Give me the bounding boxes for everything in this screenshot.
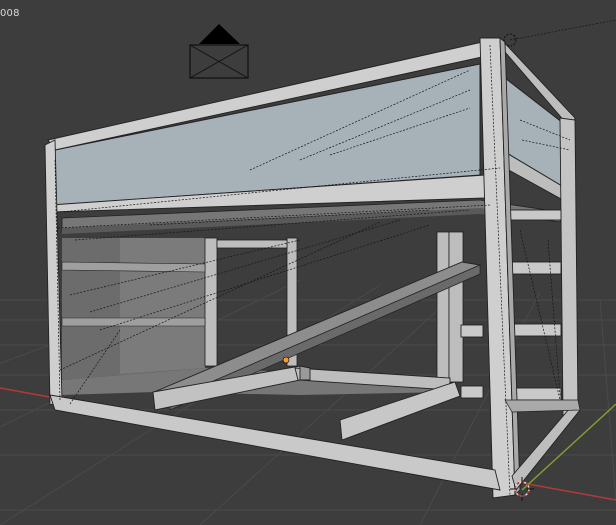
camera-icon[interactable]	[189, 24, 249, 79]
3d-viewport[interactable]: 008	[0, 0, 616, 525]
bottom-back-rail	[504, 399, 581, 413]
right-back-posts	[559, 117, 579, 419]
top-marker-icon	[503, 19, 616, 47]
bottom-front-rail	[49, 394, 501, 491]
back-wall-gradient	[120, 238, 205, 374]
origin-dot[interactable]	[282, 356, 290, 364]
viewport-canvas[interactable]	[0, 0, 616, 525]
